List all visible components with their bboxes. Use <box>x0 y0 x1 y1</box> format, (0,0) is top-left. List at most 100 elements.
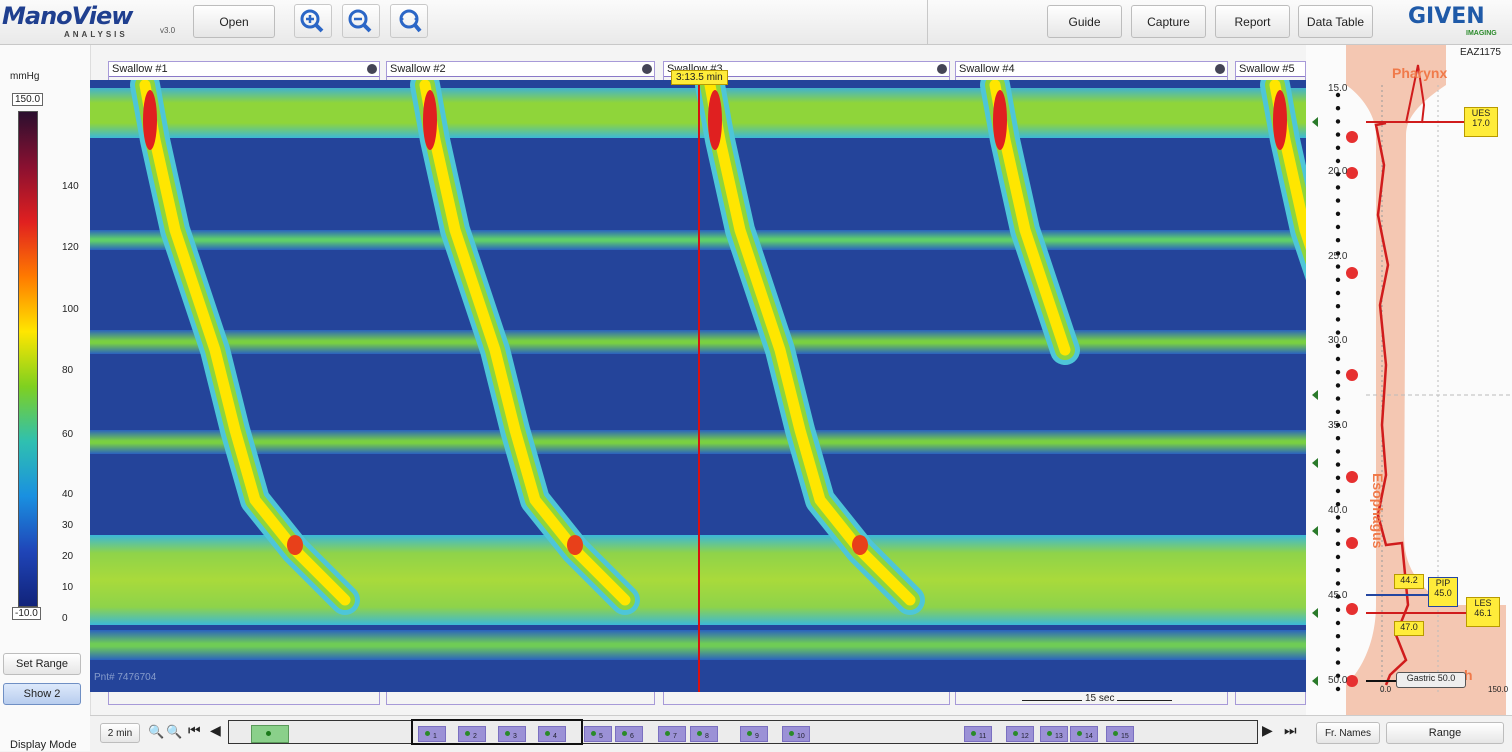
wave-peak <box>852 535 868 555</box>
sensor-arrow-icon <box>1312 608 1318 618</box>
depth-label: 45.0 <box>1328 590 1348 601</box>
marker-gastric-value: 50.0 <box>1437 673 1456 683</box>
sensor-dot <box>1335 158 1341 164</box>
data-table-button[interactable]: Data Table <box>1298 5 1373 38</box>
marker-pip-value: 45.0 <box>1434 588 1452 598</box>
zoom-out-button[interactable] <box>342 4 380 38</box>
colorbar-tick: 30 <box>62 520 74 531</box>
zoom-fit-button[interactable] <box>390 4 428 38</box>
swallow-close-icon[interactable] <box>367 64 377 74</box>
chip-dot-icon <box>505 731 510 736</box>
timeline-current-chip[interactable] <box>251 725 289 743</box>
swallow-label: Swallow #1 <box>112 63 168 75</box>
swallow-close-icon[interactable] <box>937 64 947 74</box>
report-button[interactable]: Report <box>1215 5 1290 38</box>
sensor-dot <box>1335 185 1341 190</box>
depth-label: 15.0 <box>1328 83 1348 94</box>
swallow-header[interactable]: Swallow #1 <box>108 61 380 77</box>
sensor-highlight <box>1346 537 1358 549</box>
timeline-swallow-chip[interactable]: 11 <box>964 726 992 742</box>
timeline-swallow-chip[interactable]: 13 <box>1040 726 1068 742</box>
swallow-header[interactable]: Swallow #5 <box>1235 61 1306 77</box>
chip-dot-icon <box>591 731 596 736</box>
sensor-dot <box>1335 607 1341 612</box>
wave-peak <box>993 90 1007 150</box>
timeline-swallow-chip[interactable]: 7 <box>658 726 686 742</box>
vendor-logo-text: GIVEN <box>1408 4 1485 29</box>
sensor-dot <box>1335 106 1341 111</box>
swallow-close-icon[interactable] <box>642 64 652 74</box>
swallow-wave <box>130 80 360 615</box>
wave-stroke <box>695 80 925 615</box>
sensor-dot <box>1335 686 1341 692</box>
marker-44[interactable]: 44.2 <box>1394 574 1424 589</box>
zoom-in-button[interactable] <box>294 4 332 38</box>
timeline-swallow-chip[interactable]: 5 <box>584 726 612 742</box>
timeline-swallow-chip[interactable]: 2 <box>458 726 486 742</box>
chip-number: 10 <box>797 733 805 740</box>
swallow-header[interactable]: Swallow #4 <box>955 61 1228 77</box>
pressure-topography-plot[interactable]: Pnt# 7476704 <box>90 80 1306 692</box>
sensor-highlight <box>1346 675 1358 687</box>
time-cursor[interactable] <box>698 80 700 692</box>
swallow-label: Swallow #4 <box>959 63 1015 75</box>
sensor-dot <box>1335 198 1341 203</box>
timeline-swallow-chip[interactable]: 8 <box>690 726 718 742</box>
marker-les[interactable]: LES 46.1 <box>1466 597 1500 627</box>
colorbar-tick: 140 <box>62 181 79 192</box>
timeline-swallow-chip[interactable]: 6 <box>615 726 643 742</box>
timeline-zoom-out-icon[interactable]: 🔍 <box>166 724 182 740</box>
timeline-next-icon[interactable]: ▶ <box>1262 722 1273 739</box>
marker-47[interactable]: 47.0 <box>1394 621 1424 636</box>
marker-pip[interactable]: PIP 45.0 <box>1428 577 1458 607</box>
swallow-label: Swallow #5 <box>1239 63 1295 75</box>
sensor-dot <box>1335 568 1341 573</box>
chip-number: 4 <box>553 733 557 740</box>
range-button[interactable]: Range <box>1386 722 1504 744</box>
timeline-swallow-chip[interactable]: 14 <box>1070 726 1098 742</box>
swallow-close-icon[interactable] <box>1215 64 1225 74</box>
colorbar-unit: mmHg <box>10 71 40 82</box>
timeline-swallow-chip[interactable]: 12 <box>1006 726 1034 742</box>
chip-dot-icon <box>1047 731 1052 736</box>
fr-names-button[interactable]: Fr. Names <box>1316 722 1380 744</box>
marker-gastric[interactable]: Gastric 50.0 <box>1396 672 1466 688</box>
show-button[interactable]: Show 2 <box>3 683 81 705</box>
marker-ues-label: UES <box>1471 108 1491 118</box>
timeline-zoom-in-icon[interactable]: 🔍 <box>148 724 164 740</box>
capture-button[interactable]: Capture <box>1131 5 1206 38</box>
set-range-button[interactable]: Set Range <box>3 653 81 675</box>
wave-peak <box>567 535 583 555</box>
swallow-header[interactable]: Swallow #2 <box>386 61 655 77</box>
timeline-swallow-chip[interactable]: 1 <box>418 726 446 742</box>
open-button[interactable]: Open <box>193 5 275 38</box>
chip-number: 12 <box>1021 733 1029 740</box>
swallow-wave <box>980 80 1080 365</box>
timeline-first-icon[interactable]: ⏮ <box>188 722 201 739</box>
sensor-highlight <box>1346 131 1358 143</box>
sensor-arrow-icon <box>1312 458 1318 468</box>
guide-button[interactable]: Guide <box>1047 5 1122 38</box>
wave-peak <box>143 90 157 150</box>
sensor-dot <box>1335 475 1341 480</box>
timeline-swallow-chip[interactable]: 4 <box>538 726 566 742</box>
colorbar-tick: 120 <box>62 242 79 253</box>
swallow-wave <box>1260 80 1306 281</box>
left-panel: mmHg 150.0 140 120 100 80 60 40 30 20 10 0 -10.0 … <box>0 45 91 751</box>
timeline-prev-icon[interactable]: ◀ <box>210 722 221 739</box>
marker-ues[interactable]: UES 17.0 <box>1464 107 1498 137</box>
timeline-swallow-chip[interactable]: 3 <box>498 726 526 742</box>
timeline-last-icon[interactable]: ⏭ <box>1284 722 1297 739</box>
colorbar-max: 150.0 <box>12 93 44 106</box>
sensor-dot <box>1335 409 1341 414</box>
timeline-swallow-chip[interactable]: 9 <box>740 726 768 742</box>
wave-peak <box>708 90 722 150</box>
chip-number: 14 <box>1085 733 1093 740</box>
time-window-button[interactable]: 2 min <box>100 723 140 743</box>
chip-number: 1 <box>433 733 437 740</box>
sensor-dot <box>1335 581 1341 586</box>
wave-stroke <box>130 80 360 615</box>
timeline-swallow-chip[interactable]: 15 <box>1106 726 1134 742</box>
timeline-swallow-chip[interactable]: 10 <box>782 726 810 742</box>
wave-peak <box>287 535 303 555</box>
